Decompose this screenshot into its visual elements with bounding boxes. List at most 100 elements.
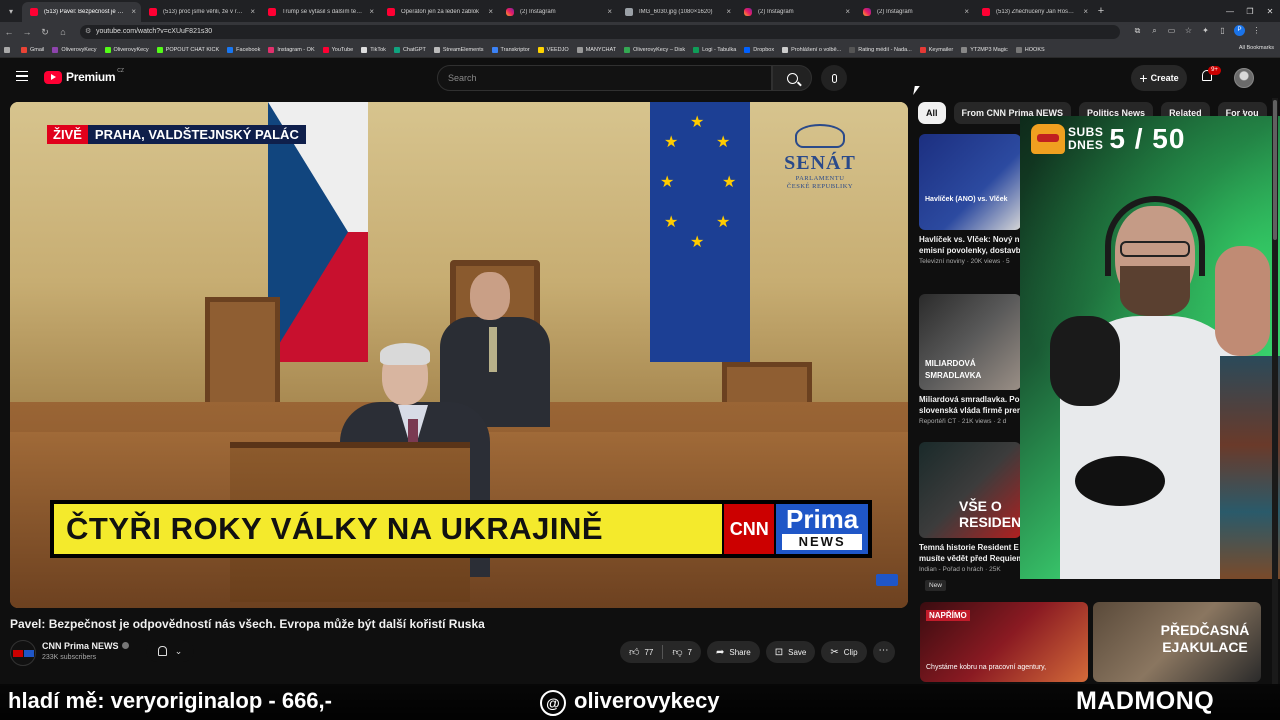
browser-tab[interactable]: (513) proč jsme věřili, že v roce × bbox=[141, 2, 260, 22]
bookmark-item[interactable]: Prohlášení o volbě... bbox=[782, 46, 841, 53]
video-thumbnail[interactable]: NAPŘÍMO Chystáme kobru na pracovní agent… bbox=[920, 602, 1088, 682]
close-icon[interactable]: × bbox=[726, 7, 731, 16]
home-icon[interactable]: ⌂ bbox=[54, 27, 72, 37]
bookmark-item[interactable]: OliverovyKecy bbox=[52, 46, 97, 53]
search-button[interactable] bbox=[772, 65, 812, 91]
forward-icon[interactable]: → bbox=[18, 27, 36, 37]
youtube-header: Premium CZ Search + Create 9+ bbox=[0, 58, 1280, 98]
profile-icon[interactable]: P bbox=[1234, 25, 1245, 36]
browser-tab[interactable]: (2) Instagram × bbox=[736, 2, 855, 22]
headline-banner: ČTYŘI ROKY VÁLKY NA UKRAJINĚ bbox=[54, 504, 723, 554]
browser-tab[interactable]: (513) Zhechucený Jan Rosák zk × bbox=[974, 2, 1093, 22]
close-window-icon[interactable]: ✕ bbox=[1260, 7, 1280, 16]
close-icon[interactable]: × bbox=[369, 7, 374, 16]
close-icon[interactable]: × bbox=[1083, 7, 1088, 16]
close-icon[interactable]: × bbox=[964, 7, 969, 16]
minimize-icon[interactable]: — bbox=[1220, 7, 1240, 16]
close-icon[interactable]: × bbox=[131, 7, 136, 16]
bookmark-item[interactable]: YouTube bbox=[322, 46, 353, 53]
bookmark-item[interactable]: Logi - Tabulka bbox=[693, 46, 736, 53]
recommended-video[interactable]: MILIARDOVÁ SMRADLAVKA Miliardová smradla… bbox=[919, 294, 1029, 434]
extensions-icon[interactable]: ✦ bbox=[1200, 25, 1211, 36]
recommended-title: Temná historie Resident Emusíte vědět př… bbox=[919, 543, 1023, 563]
bookmark-item[interactable]: Transkriptor bbox=[491, 46, 530, 53]
page-scrollbar[interactable] bbox=[1272, 98, 1278, 684]
like-button[interactable]: 👍︎ 77 bbox=[620, 641, 662, 663]
address-bar[interactable]: ⚙ youtube.com/watch?v=cXUuF821s30 bbox=[80, 25, 1120, 39]
bookmark-item[interactable]: Instagram - OK bbox=[268, 46, 315, 53]
browser-tab[interactable]: Operátoři jen za leden zablok × bbox=[379, 2, 498, 22]
new-tab-button[interactable]: + bbox=[1093, 5, 1109, 17]
subscription-bell-button[interactable]: ⌄ bbox=[146, 640, 194, 662]
video-thumbnail[interactable]: PŘEDČASNÁ EJAKULACE bbox=[1093, 602, 1261, 682]
create-button[interactable]: + Create bbox=[1131, 65, 1187, 91]
translate-icon[interactable]: ⧉ bbox=[1132, 25, 1143, 36]
bookmark-item[interactable]: Gmail bbox=[21, 46, 44, 53]
prima-logo: Prima NEWS bbox=[776, 504, 868, 554]
recommended-video[interactable]: Havlíček (ANO) vs. Vlček Havlíček vs. Vl… bbox=[919, 134, 1029, 274]
site-info-icon[interactable]: ⚙ bbox=[85, 25, 91, 39]
donation-ticker: hladí mě: veryoriginalop - 666,- bbox=[8, 688, 332, 713]
microphone bbox=[1050, 316, 1120, 406]
channel-avatar[interactable] bbox=[10, 640, 36, 666]
bookmark-item[interactable]: Keymailer bbox=[919, 46, 953, 53]
bookmark-item[interactable]: YT2MP3 Magic bbox=[961, 46, 1008, 53]
bookmark-item[interactable]: POPOUT CHAT KICK bbox=[156, 46, 219, 53]
recommended-video[interactable]: VŠE O RESIDENT Temná historie Resident E… bbox=[919, 442, 1029, 582]
reload-icon[interactable]: ↻ bbox=[36, 27, 54, 38]
share-button[interactable]: ➦ Share bbox=[706, 641, 760, 663]
browser-tab[interactable]: (513) Pavel: Bezpečnost je odp × bbox=[22, 2, 141, 22]
news-lower-third: ČTYŘI ROKY VÁLKY NA UKRAJINĚ CNN Prima N… bbox=[50, 500, 872, 558]
image-icon bbox=[625, 8, 633, 16]
bookmark-item[interactable]: OliverovyKecy bbox=[104, 46, 149, 53]
all-bookmarks[interactable]: All Bookmarks bbox=[1239, 45, 1274, 51]
cast-icon[interactable]: ▭ bbox=[1166, 25, 1177, 36]
recommended-meta: Reportéři ČT · 21K views · 2 d bbox=[919, 418, 1007, 425]
search-input[interactable]: Search bbox=[437, 65, 772, 91]
channel-watermark bbox=[876, 574, 898, 586]
zoom-icon[interactable]: ⌕ bbox=[1149, 25, 1160, 36]
clip-button[interactable]: ✂ Clip bbox=[821, 641, 867, 663]
close-icon[interactable]: × bbox=[607, 7, 612, 16]
close-icon[interactable]: × bbox=[488, 7, 493, 16]
youtube-logo[interactable]: Premium CZ bbox=[44, 68, 124, 84]
sidepanel-icon[interactable]: ▯ bbox=[1217, 25, 1228, 36]
youtube-icon bbox=[149, 8, 157, 16]
back-icon[interactable]: ← bbox=[0, 27, 18, 37]
channel-name[interactable]: CNN Prima NEWS bbox=[42, 641, 129, 651]
bookmark-item[interactable]: MANYCHAT bbox=[576, 46, 616, 53]
browser-tab[interactable]: Trump se vytasil s dalším termí × bbox=[260, 2, 379, 22]
bookmark-item[interactable]: HOOKS bbox=[1015, 46, 1045, 53]
more-recommendations: NAPŘÍMO Chystáme kobru na pracovní agent… bbox=[920, 602, 1280, 682]
voice-search-button[interactable] bbox=[821, 65, 847, 91]
bookmark-item[interactable]: OliverovyKecy – Disk bbox=[624, 46, 685, 53]
menu-icon[interactable]: ⋮ bbox=[1251, 25, 1262, 36]
close-icon[interactable]: × bbox=[250, 7, 255, 16]
more-actions-icon[interactable]: ⋯ bbox=[872, 641, 895, 663]
browser-tab[interactable]: (2) Instagram × bbox=[855, 2, 974, 22]
bookmark-item[interactable]: StreamElements bbox=[433, 46, 484, 53]
bookmark-item[interactable]: Dropbox bbox=[744, 46, 774, 53]
video-actions: 👍︎ 77 👎︎ 7 ➦ Share ⊡ Save ✂ Clip ⋯ bbox=[620, 641, 895, 663]
browser-tab[interactable]: IMG_6030.jpg (1080×1620) × bbox=[617, 2, 736, 22]
bookmark-item[interactable]: Facebook bbox=[227, 46, 260, 53]
chip-all[interactable]: All bbox=[918, 102, 946, 124]
browser-tab[interactable]: (2) Instagram × bbox=[498, 2, 617, 22]
bookmark-item[interactable]: Rating médií - Nada... bbox=[849, 46, 912, 53]
bookmark-item[interactable]: VEEDJO bbox=[537, 46, 569, 53]
senat-crest-icon bbox=[795, 124, 845, 148]
dislike-button[interactable]: 👎︎ 7 bbox=[663, 641, 701, 663]
bookmark-item[interactable]: ChatGPT bbox=[393, 46, 426, 53]
menu-icon[interactable] bbox=[16, 71, 28, 81]
account-avatar[interactable] bbox=[1234, 68, 1254, 88]
apps-icon[interactable] bbox=[4, 46, 13, 53]
tab-search-icon[interactable]: ▾ bbox=[0, 0, 22, 22]
bookmark-item[interactable]: TikTok bbox=[361, 46, 386, 53]
bookmark-star-icon[interactable]: ☆ bbox=[1183, 25, 1194, 36]
video-player[interactable]: ★ ★ ★ ★ ★ ★ ★ ★ SENÁT PARLAMENTU ČESKÉ REPUBL… bbox=[10, 102, 908, 608]
live-badge: ŽIVĚ PRAHA, VALDŠTEJNSKÝ PALÁC bbox=[47, 125, 306, 144]
close-icon[interactable]: × bbox=[845, 7, 850, 16]
streamer-webcam bbox=[1020, 116, 1280, 579]
save-button[interactable]: ⊡ Save bbox=[765, 641, 816, 663]
maximize-icon[interactable]: ❐ bbox=[1240, 7, 1260, 16]
